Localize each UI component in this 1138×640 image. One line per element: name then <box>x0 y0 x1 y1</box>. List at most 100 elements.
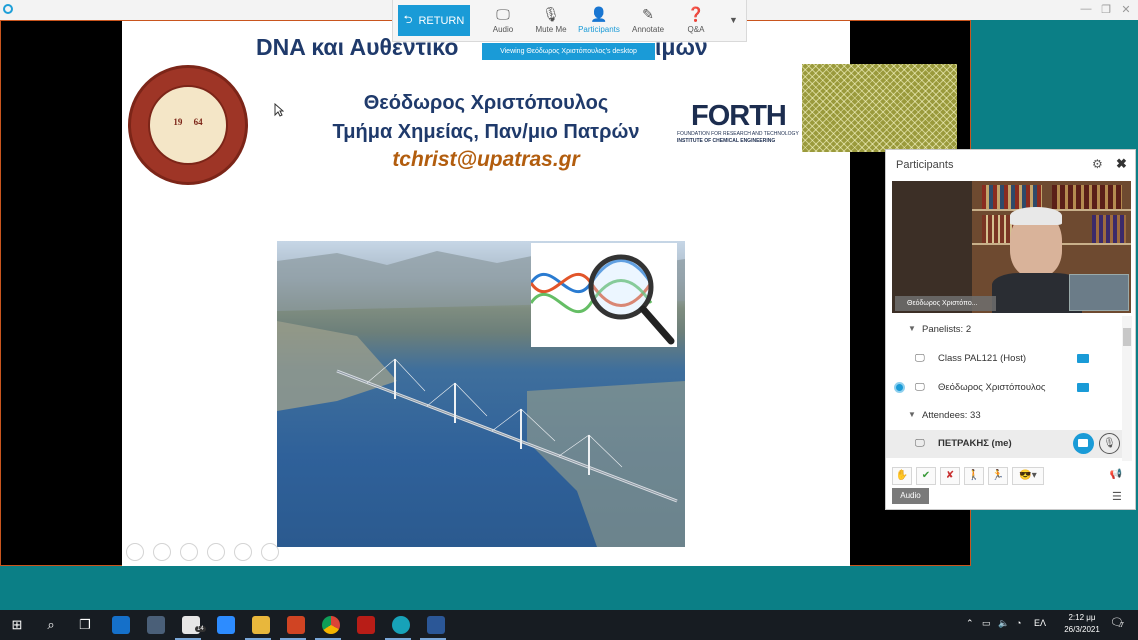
acrobat-icon[interactable] <box>357 616 375 634</box>
more-dropdown-button[interactable]: ▼ <box>729 15 738 25</box>
attendee-row-me[interactable]: 🖵 ΠΕΤΡΑΚΗΣ (me) 🎙 <box>886 430 1122 458</box>
annotate-button-label: Annotate <box>631 25 665 34</box>
presenter-ball-icon <box>894 382 905 393</box>
panelist-row[interactable]: 🖵 Class PAL121 (Host) <box>886 345 1122 373</box>
participants-button[interactable]: 👤 Participants <box>575 3 623 39</box>
slide-department: Τμήμα Χημείας, Παν/μιο Πατρών <box>332 121 640 143</box>
qa-button-label: Q&A <box>687 25 705 34</box>
attendees-count: Attendees: 33 <box>922 410 981 421</box>
system-clock[interactable]: 2:12 μμ 26/3/2021 <box>1055 612 1109 636</box>
mute-me-button[interactable]: 🎙 Mute Me <box>527 3 575 39</box>
emoji-dropdown-button[interactable]: 😎▾ <box>1012 467 1044 485</box>
wifi-icon[interactable]: ◔ <box>1016 618 1021 628</box>
panel-actions: ✋ ✔ ✘ 🚶 🏃 😎▾ 📢 <box>892 467 1132 487</box>
video-camera-icon <box>1077 354 1089 363</box>
check-button[interactable]: ✔ <box>916 467 936 485</box>
forth-logo-line2: INSTITUTE OF CHEMICAL ENGINEERING <box>677 138 776 144</box>
panelist-row[interactable]: 🖵 Θεόδωρος Χριστόπουλος <box>886 374 1122 402</box>
participants-panel: Participants ⚙ ✖ Θεόδωρος Χριστόπο... ▼ … <box>885 149 1136 510</box>
qa-button[interactable]: ❓ Q&A <box>672 3 720 39</box>
webex-icon[interactable] <box>392 616 410 634</box>
slide-author: Θεόδωρος Χριστόπουλος <box>363 92 609 114</box>
edge-browser-icon[interactable] <box>112 616 130 634</box>
question-icon: ❓ <box>687 6 705 22</box>
dna-magnifier-image <box>529 243 677 347</box>
panel-header: Participants ⚙ ✖ <box>886 150 1135 180</box>
forth-logo: FORTH FOUNDATION FOR RESEARCH AND TECHNO… <box>677 101 801 153</box>
university-of-patras-seal: 19 64 <box>128 65 248 185</box>
participants-button-label: Participants <box>578 25 620 34</box>
volume-icon[interactable]: 🔈 <box>998 618 1009 629</box>
word-icon[interactable] <box>427 616 445 634</box>
megaphone-icon[interactable]: 📢 <box>1106 467 1126 485</box>
video-speaker-label: Θεόδωρος Χριστόπο... <box>895 296 996 311</box>
participants-scrollbar[interactable] <box>1122 316 1132 461</box>
forth-logo-word: FORTH <box>691 101 787 132</box>
mail-badge: 14 <box>195 626 206 632</box>
windows-taskbar: ⊞ ⌕ ❐ 14 ⌃ ▭ 🔈 ◔ ΕΛ 2:12 μμ 26/3/2021 🗨 … <box>0 610 1138 640</box>
pen-icon: ✎ <box>642 6 654 22</box>
minimize-button[interactable]: — <box>1077 3 1095 15</box>
close-window-button[interactable]: ✕ <box>1117 3 1135 16</box>
computer-audio-icon: 🖵 <box>915 438 925 449</box>
computer-audio-speaking-icon: 🖵 <box>915 382 925 393</box>
close-panel-button[interactable]: ✖ <box>1116 156 1127 172</box>
annotate-button[interactable]: ✎ Annotate <box>624 3 672 39</box>
chrome-icon[interactable] <box>322 616 340 634</box>
restore-button[interactable]: ❐ <box>1097 3 1115 16</box>
audio-button[interactable]: 🖵 Audio <box>479 3 527 39</box>
pen-tool-button[interactable] <box>180 543 198 561</box>
list-menu-icon[interactable]: ☰ <box>1112 490 1122 503</box>
chevron-down-icon: ▼ <box>908 410 916 419</box>
cross-button[interactable]: ✘ <box>940 467 960 485</box>
viewing-desktop-banner: Viewing Θεόδωρος Χριστόπουλος's desktop <box>482 43 655 60</box>
zoom-button[interactable] <box>234 543 252 561</box>
go-slower-button[interactable]: 🚶 <box>964 467 984 485</box>
more-options-button[interactable] <box>261 543 279 561</box>
mute-button[interactable]: 🎙 <box>1099 433 1120 454</box>
return-button[interactable]: ⮌ RETURN <box>398 5 470 36</box>
language-indicator[interactable]: ΕΛ <box>1034 618 1046 628</box>
store-icon[interactable] <box>147 616 165 634</box>
self-view-thumbnail <box>1069 274 1129 311</box>
webex-logo-icon <box>3 4 13 14</box>
previous-slide-button[interactable] <box>126 543 144 561</box>
gear-icon[interactable]: ⚙ <box>1092 157 1103 171</box>
active-speaker-video: Θεόδωρος Χριστόπο... <box>892 181 1131 313</box>
participant-name: Class PAL121 (Host) <box>938 353 1026 364</box>
pattern-overlay <box>802 64 957 152</box>
task-view-icon[interactable]: ❐ <box>75 615 95 635</box>
video-camera-icon <box>1078 439 1088 447</box>
panelists-count: Panelists: 2 <box>922 324 972 335</box>
audio-button-label: Audio <box>492 25 514 34</box>
zoom-app-icon[interactable] <box>217 616 235 634</box>
attendees-section-header[interactable]: ▼ Attendees: 33 <box>886 402 1122 430</box>
go-faster-button[interactable]: 🏃 <box>988 467 1008 485</box>
muted-mic-icon: 🎙 <box>1103 438 1116 449</box>
raise-hand-button[interactable]: ✋ <box>892 467 912 485</box>
mouse-cursor-icon <box>274 103 284 117</box>
panel-title: Participants <box>896 159 954 171</box>
search-icon[interactable]: ⌕ <box>41 615 61 635</box>
clock-date: 26/3/2021 <box>1064 625 1100 634</box>
audio-tooltip: Audio <box>892 488 929 504</box>
windows-start-icon[interactable]: ⊞ <box>7 615 27 635</box>
powerpoint-icon[interactable] <box>287 616 305 634</box>
mic-icon: 🎙 <box>542 6 560 22</box>
slides-grid-button[interactable] <box>207 543 225 561</box>
panelists-section-header[interactable]: ▼ Panelists: 2 <box>886 316 1122 344</box>
scrollbar-thumb[interactable] <box>1123 328 1131 346</box>
participants-icon: 👤 <box>590 6 608 22</box>
participant-name: Θεόδωρος Χριστόπουλος <box>938 382 1046 393</box>
start-video-button[interactable] <box>1073 433 1094 454</box>
slide-email: tchrist@upatras.gr <box>392 148 580 171</box>
participant-name: ΠΕΤΡΑΚΗΣ (me) <box>938 438 1012 449</box>
forth-logo-line1: FOUNDATION FOR RESEARCH AND TECHNOLOGY <box>677 131 799 137</box>
meeting-toolbar: ⮌ RETURN 🖵 Audio 🎙 Mute Me 👤 Participant… <box>392 0 747 42</box>
show-hidden-icons-button[interactable]: ⌃ <box>966 618 974 629</box>
battery-icon[interactable]: ▭ <box>982 618 991 629</box>
file-explorer-icon[interactable] <box>252 616 270 634</box>
next-slide-button[interactable] <box>153 543 171 561</box>
clock-time: 2:12 μμ <box>1068 613 1096 622</box>
video-camera-icon <box>1077 383 1089 392</box>
